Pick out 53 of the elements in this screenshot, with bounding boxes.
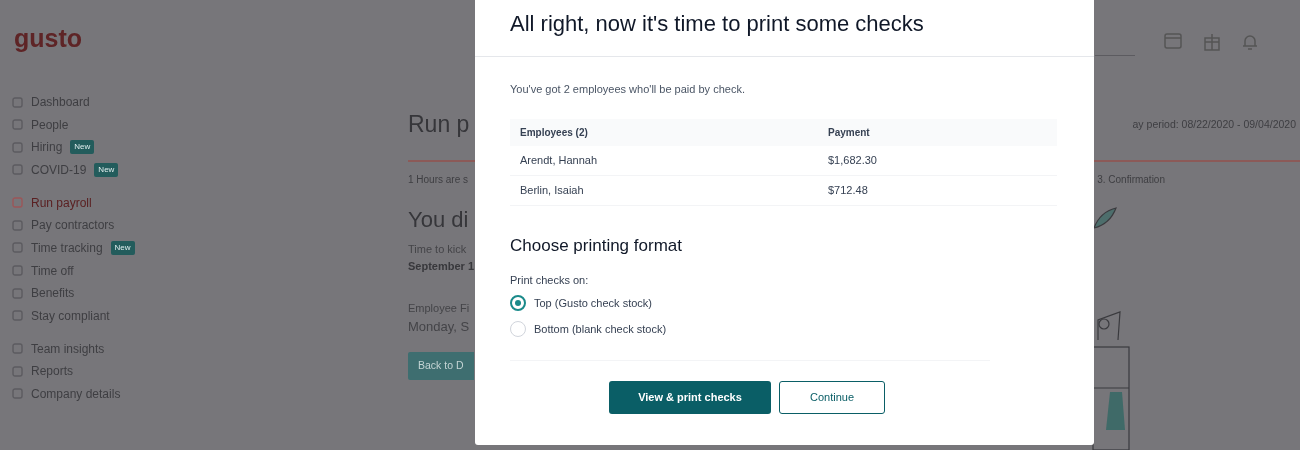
logo[interactable]: gusto [14,26,83,51]
field-label: Print checks on: [510,273,590,288]
nav-icon [12,287,23,299]
print-button[interactable]: View & print checks [609,380,771,414]
sidebar-item[interactable]: Run payroll [31,193,92,212]
section-heading: Choose printing format [510,234,683,257]
sidebar-item[interactable]: Time tracking [31,238,103,257]
table-cell-text: $712.48 [828,182,868,198]
radio-button[interactable] [510,294,526,311]
nav-icon [12,365,23,377]
sidebar-item[interactable]: Time off [31,261,74,280]
nav-icon [12,242,23,254]
nav-icon [12,141,23,153]
table-cell-text: Berlin, Isaiah [520,182,585,198]
option-label: Bottom (blank check stock) [534,322,667,337]
page-title: Run p [408,113,470,136]
gift-icon[interactable] [1204,33,1220,51]
calendar-icon[interactable] [1164,33,1182,49]
column-header: Payment [828,125,870,140]
option-label: Top (Gusto check stock) [534,295,652,311]
sidebar-item[interactable]: Dashboard [31,93,90,111]
continue-button[interactable]: Continue [779,380,885,414]
new-badge: New [70,140,95,155]
column-header: Employees (2) [520,125,589,140]
nav-icon [12,388,23,400]
sidebar-item[interactable]: Reports [31,362,74,381]
nav-icon [12,310,23,322]
table-cell-text: Arendt, Hannah [520,152,599,168]
nav-icon [12,119,23,131]
nav-icon [12,164,23,176]
sidebar-item[interactable]: Benefits [31,284,75,303]
section-heading: You di [408,209,469,231]
new-badge: New [94,162,119,177]
dialog-title: All right, now it's time to print some checks [510,10,925,38]
new-badge: New [110,240,135,255]
sidebar-item[interactable]: People [31,115,69,134]
sidebar-item[interactable]: Team insights [31,339,105,358]
intro-text: You've got 2 employees who'll be paid by check. [510,82,746,97]
sidebar-item[interactable]: Pay contractors [31,216,115,235]
sidebar-item[interactable]: COVID-19 [31,160,87,179]
message-date: September 1 [408,258,475,274]
bell-icon[interactable] [1242,33,1258,51]
back-button[interactable]: Back to D [408,352,474,380]
nav-icon [12,265,23,277]
nav-icon [12,343,23,355]
nav-icon [12,197,23,209]
nav-icon [12,219,23,231]
nav-icon [12,96,23,108]
table-cell-text: $1,682.30 [828,152,877,168]
leaf-drawing [1093,207,1117,229]
sidebar-item[interactable]: Stay compliant [31,306,110,325]
sidebar-item[interactable]: Company details [31,384,121,403]
sidebar-item[interactable]: Hiring [31,138,63,157]
